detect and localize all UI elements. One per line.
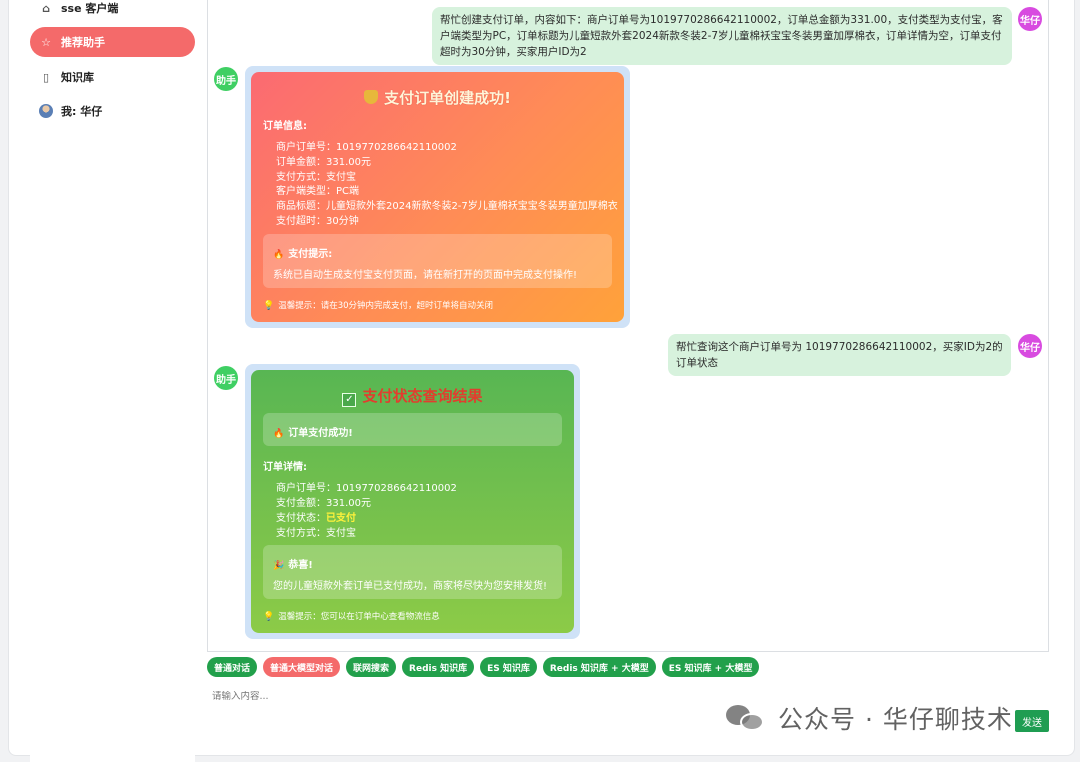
status-tip: 温馨提示：您可以在订单中心查看物流信息: [278, 612, 440, 622]
bot-avatar: 助手: [214, 67, 238, 91]
sidebar-item-knowledge-base[interactable]: ▯ 知识库: [30, 62, 195, 92]
mode-button-web-search[interactable]: 联网搜索: [346, 657, 397, 677]
payment-success-label: 订单支付成功!: [288, 428, 353, 439]
mode-button-normal-chat[interactable]: 普通对话: [207, 657, 258, 677]
order-line: 支付超时：30分钟: [276, 216, 359, 227]
bot-avatar: 助手: [214, 366, 238, 390]
mode-button-es-kb-llm[interactable]: ES 知识库 + 大模型: [661, 657, 760, 677]
payment-notice-box: 🔥 支付提示: 系统已自动生成支付宝支付页面，请在新打开的页面中完成支付操作!: [263, 234, 612, 288]
avatar: [39, 104, 53, 118]
status-line: 支付金额：331.00元: [276, 498, 371, 509]
check-icon: ✓: [342, 393, 357, 407]
sidebar-item-profile[interactable]: 我: 华仔: [30, 96, 195, 126]
book-icon: ▯: [42, 70, 50, 84]
watermark-text: 公众号 · 华仔聊技术: [778, 705, 1013, 734]
payment-success-box: 🔥 订单支付成功!: [263, 413, 562, 446]
payment-notice-body: 系统已自动生成支付宝支付页面，请在新打开的页面中完成支付操作!: [273, 270, 578, 281]
user-avatar: 华仔: [1018, 7, 1042, 31]
status-card-title-row: ✓ 支付状态查询结果: [251, 385, 574, 407]
order-card-title: 支付订单创建成功!: [384, 89, 511, 107]
money-bag-icon: [364, 90, 379, 104]
congrats-box: 🎉 恭喜! 您的儿童短款外套订单已支付成功，商家将尽快为您安排发货!: [263, 545, 562, 599]
home-icon: ⌂: [42, 1, 50, 15]
order-line: 客户端类型：PC端: [276, 186, 360, 197]
user-message-bubble: 帮忙创建支付订单，内容如下：商户订单号为1019770286642110002，…: [432, 7, 1012, 65]
order-line: 商品标题：儿童短款外套2024新款冬装2-7岁儿童棉袄宝宝冬装男童加厚棉衣: [276, 201, 618, 212]
message-input[interactable]: [212, 691, 712, 702]
star-icon: ☆: [41, 35, 51, 49]
status-line: 支付状态：已支付: [276, 509, 356, 524]
order-created-card: 支付订单创建成功! 订单信息: 商户订单号：101977028664211000…: [251, 72, 624, 322]
order-card-title-row: 支付订单创建成功!: [251, 87, 624, 108]
order-line: 订单金额：331.00元: [276, 157, 371, 168]
status-tip-row: 💡 温馨提示：您可以在订单中心查看物流信息: [263, 610, 440, 622]
mode-button-redis-kb[interactable]: Redis 知识库: [402, 657, 475, 677]
payment-notice-title-row: 🔥 支付提示:: [273, 245, 332, 260]
status-line: 商户订单号：1019770286642110002: [276, 483, 457, 494]
status-paid-badge: 已支付: [326, 513, 356, 524]
congrats-title-row: 🎉 恭喜!: [273, 556, 313, 571]
mode-button-redis-kb-llm[interactable]: Redis 知识库 + 大模型: [542, 657, 656, 677]
fire-icon: 🔥: [273, 429, 285, 439]
lightbulb-icon: 💡: [263, 301, 275, 311]
sidebar-item-label: 知识库: [61, 71, 94, 84]
payment-notice-title: 支付提示:: [288, 249, 333, 260]
sidebar-item-label: 推荐助手: [61, 36, 105, 49]
status-card-title: 支付状态查询结果: [362, 387, 483, 405]
wechat-logo-icon: [726, 701, 766, 735]
party-popper-icon: 🎉: [273, 561, 285, 571]
status-line: 支付方式：支付宝: [276, 528, 356, 539]
user-avatar: 华仔: [1018, 334, 1042, 358]
watermark: 公众号 · 华仔聊技术: [726, 700, 1013, 736]
mode-selector: 普通对话 普通大模型对话 联网搜索 Redis 知识库 ES 知识库 Redis…: [207, 657, 760, 677]
order-tip: 温馨提示：请在30分钟内完成支付，超时订单将自动关闭: [278, 301, 494, 311]
sidebar-item-label: sse 客户端: [61, 2, 119, 15]
mode-button-es-kb[interactable]: ES 知识库: [480, 657, 537, 677]
payment-success-row: 🔥 订单支付成功!: [273, 424, 353, 439]
fire-icon: 🔥: [273, 250, 285, 260]
send-button[interactable]: 发送: [1015, 710, 1049, 732]
order-info-label: 订单信息:: [263, 121, 307, 132]
sidebar-item-sse-client[interactable]: ⌂ sse 客户端: [30, 0, 195, 23]
status-prefix: 支付状态：: [276, 513, 326, 524]
sidebar-item-recommend-assistant[interactable]: ☆ 推荐助手: [30, 27, 195, 57]
lightbulb-icon: 💡: [263, 612, 275, 622]
user-message-bubble: 帮忙查询这个商户订单号为 1019770286642110002，买家ID为2的…: [668, 334, 1011, 376]
order-line: 商户订单号：1019770286642110002: [276, 142, 457, 153]
congrats-body: 您的儿童短款外套订单已支付成功，商家将尽快为您安排发货!: [273, 581, 548, 592]
sidebar: ⌂ sse 客户端 ☆ 推荐助手 ▯ 知识库 我: 华仔: [30, 0, 195, 762]
sidebar-item-label: 我: 华仔: [61, 105, 103, 118]
order-detail-label: 订单详情:: [263, 462, 307, 473]
bot-message-status-card: ✓ 支付状态查询结果 🔥 订单支付成功! 订单详情: 商户订单号：101977028…: [245, 364, 580, 639]
chat-panel[interactable]: 帮忙创建支付订单，内容如下：商户订单号为1019770286642110002，…: [207, 0, 1049, 652]
order-tip-row: 💡 温馨提示：请在30分钟内完成支付，超时订单将自动关闭: [263, 299, 493, 311]
bot-message-order-card: 支付订单创建成功! 订单信息: 商户订单号：101977028664211000…: [245, 66, 630, 328]
payment-status-card: ✓ 支付状态查询结果 🔥 订单支付成功! 订单详情: 商户订单号：101977028…: [251, 370, 574, 633]
congrats-title: 恭喜!: [288, 560, 313, 571]
order-line: 支付方式：支付宝: [276, 172, 356, 183]
mode-button-llm-chat[interactable]: 普通大模型对话: [263, 657, 341, 677]
